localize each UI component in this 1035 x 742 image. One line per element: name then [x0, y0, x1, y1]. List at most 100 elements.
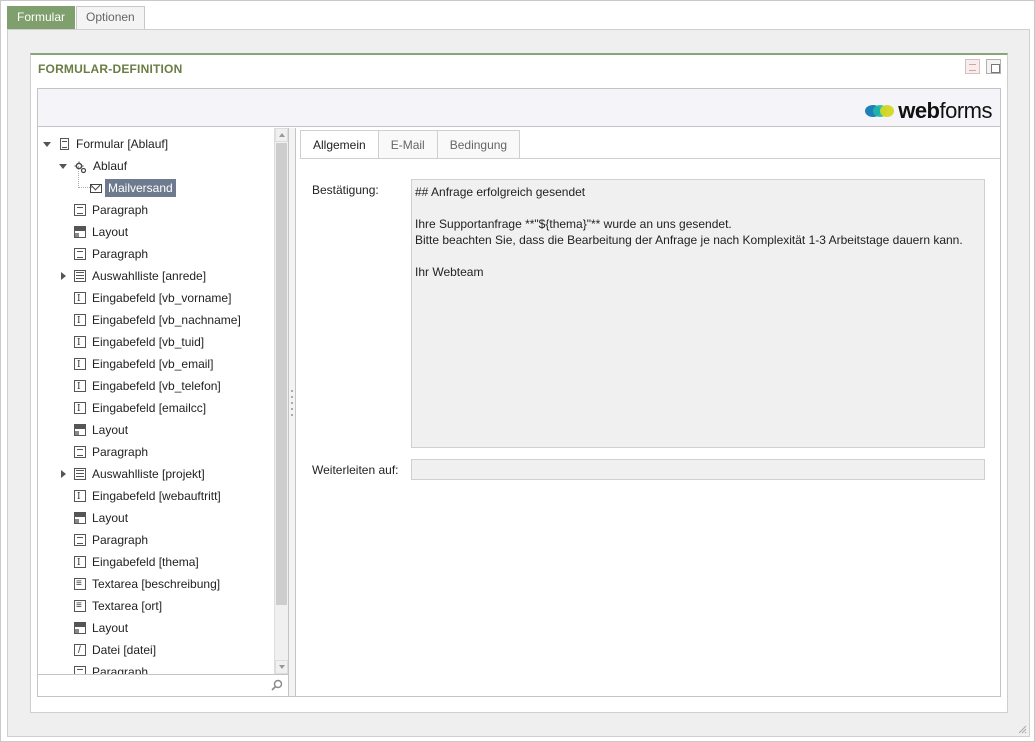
tab-formular[interactable]: Formular	[7, 6, 76, 29]
tree-item[interactable]: Paragraph	[58, 244, 148, 264]
textarea-icon	[74, 574, 86, 594]
tree-item[interactable]: Paragraph	[58, 530, 148, 550]
app-frame: Formular Optionen FORMULAR-DEFINITION we…	[0, 0, 1035, 742]
tree-item[interactable]: Layout	[58, 508, 128, 528]
tree-item[interactable]: Eingabefeld [vb_telefon]	[58, 376, 221, 397]
pane-splitter[interactable]	[288, 128, 296, 696]
tree-item[interactable]: Paragraph	[58, 662, 148, 674]
tree-item-label: Ablauf	[93, 159, 128, 173]
select-list-icon	[74, 468, 86, 480]
collapse-arrow-icon[interactable]	[58, 161, 68, 171]
expand-arrow-icon[interactable]	[58, 271, 68, 281]
tab-email[interactable]: E-Mail	[378, 130, 438, 159]
layout-icon	[74, 226, 86, 238]
tree-item[interactable]: Layout	[58, 618, 128, 638]
scroll-up-arrow-icon[interactable]	[275, 128, 288, 142]
tree-item-label: Eingabefeld [webauftritt]	[92, 489, 221, 503]
logo-bar: webforms	[38, 89, 1000, 127]
tree-item[interactable]: Eingabefeld [emailcc]	[58, 398, 207, 419]
tab-content: FORMULAR-DEFINITION webforms Formular [A…	[7, 29, 1030, 737]
form-definition-panel: FORMULAR-DEFINITION webforms Formular [A…	[30, 53, 1008, 713]
expand-arrow-icon[interactable]	[58, 469, 68, 479]
tree-item[interactable]: Eingabefeld [vb_email]	[58, 354, 214, 375]
tab-bedingung[interactable]: Bedingung	[437, 130, 521, 159]
tree-item[interactable]: Auswahlliste [projekt]	[58, 464, 205, 484]
tree-item-label: Eingabefeld [emailcc]	[92, 401, 207, 415]
confirmation-textarea[interactable]: ## Anfrage erfolgreich gesendet Ihre Sup…	[411, 179, 985, 448]
maximize-icon[interactable]	[986, 59, 1001, 74]
tree-item[interactable]: Eingabefeld [vb_vorname]	[58, 288, 231, 309]
tree-item[interactable]: Eingabefeld [vb_tuid]	[58, 332, 204, 353]
scroll-thumb[interactable]	[276, 143, 287, 605]
tree-connector-line	[78, 166, 79, 186]
tree-item-label: Layout	[92, 621, 129, 635]
collapse-arrow-icon[interactable]	[42, 139, 52, 149]
tree-item-label: Paragraph	[92, 533, 149, 547]
document-icon[interactable]	[965, 59, 980, 74]
tree-item[interactable]: Eingabefeld [vb_nachname]	[58, 310, 241, 331]
forward-input[interactable]	[411, 459, 985, 480]
tree-item-label: Mailversand	[105, 179, 176, 197]
tree-scrollbar[interactable]	[274, 128, 288, 674]
form-editor: webforms Formular [Ablauf] Ablauf Mailvers…	[37, 88, 1001, 697]
gear-icon	[74, 160, 87, 173]
tab-optionen[interactable]: Optionen	[76, 6, 145, 29]
input-field-icon	[74, 399, 86, 419]
paragraph-icon	[74, 204, 86, 216]
paragraph-icon	[74, 666, 86, 674]
paragraph-icon	[74, 446, 86, 458]
tree-item-label: Eingabefeld [vb_telefon]	[92, 379, 221, 393]
confirmation-label: Bestätigung:	[312, 183, 379, 197]
tree-item[interactable]: Textarea [beschreibung]	[58, 574, 220, 594]
tree-item[interactable]: Eingabefeld [thema]	[58, 552, 199, 573]
tree-item-label: Datei [datei]	[92, 643, 157, 657]
tree-connector-line	[78, 187, 92, 188]
mail-icon	[90, 184, 102, 193]
tree-item[interactable]: Datei [datei]	[58, 640, 157, 661]
tree-item-label: Eingabefeld [thema]	[92, 555, 199, 569]
tree-item[interactable]: Textarea [ort]	[58, 596, 162, 616]
properties-tab-bar: Allgemein E-Mail Bedingung	[300, 130, 521, 159]
file-icon	[74, 641, 86, 661]
layout-icon	[74, 512, 86, 524]
panel-title: FORMULAR-DEFINITION	[38, 62, 183, 76]
tree-search-input[interactable]	[38, 675, 288, 696]
resize-handle-icon[interactable]	[1018, 725, 1027, 734]
forward-label: Weiterleiten auf:	[312, 463, 399, 477]
tree-item[interactable]: Formular [Ablauf]	[42, 134, 168, 154]
splitter-grip-icon[interactable]	[291, 386, 294, 436]
input-field-icon	[74, 487, 86, 507]
tree-item[interactable]: Eingabefeld [webauftritt]	[58, 486, 221, 507]
input-field-icon	[74, 355, 86, 375]
search-icon[interactable]	[271, 679, 283, 691]
tree-item[interactable]: Ablauf	[58, 156, 127, 176]
tree-item[interactable]: Mailversand	[74, 178, 176, 198]
tree-item-label: Formular [Ablauf]	[76, 137, 169, 151]
input-field-icon	[74, 333, 86, 353]
tree-item[interactable]: Paragraph	[58, 200, 148, 220]
form-tree: Formular [Ablauf] Ablauf Mailversand Paragr…	[38, 128, 288, 674]
scroll-down-arrow-icon[interactable]	[275, 660, 288, 674]
panel-tools	[965, 59, 1001, 74]
tab-allgemein[interactable]: Allgemein	[300, 130, 379, 159]
tree-item-label: Eingabefeld [vb_email]	[92, 357, 214, 371]
tree-item[interactable]: Layout	[58, 222, 128, 242]
tree-item[interactable]: Auswahlliste [anrede]	[58, 266, 206, 286]
tree-item[interactable]: Layout	[58, 420, 128, 440]
tree-item-label: Layout	[92, 225, 129, 239]
paragraph-icon	[74, 534, 86, 546]
tree-item[interactable]: Paragraph	[58, 442, 148, 462]
